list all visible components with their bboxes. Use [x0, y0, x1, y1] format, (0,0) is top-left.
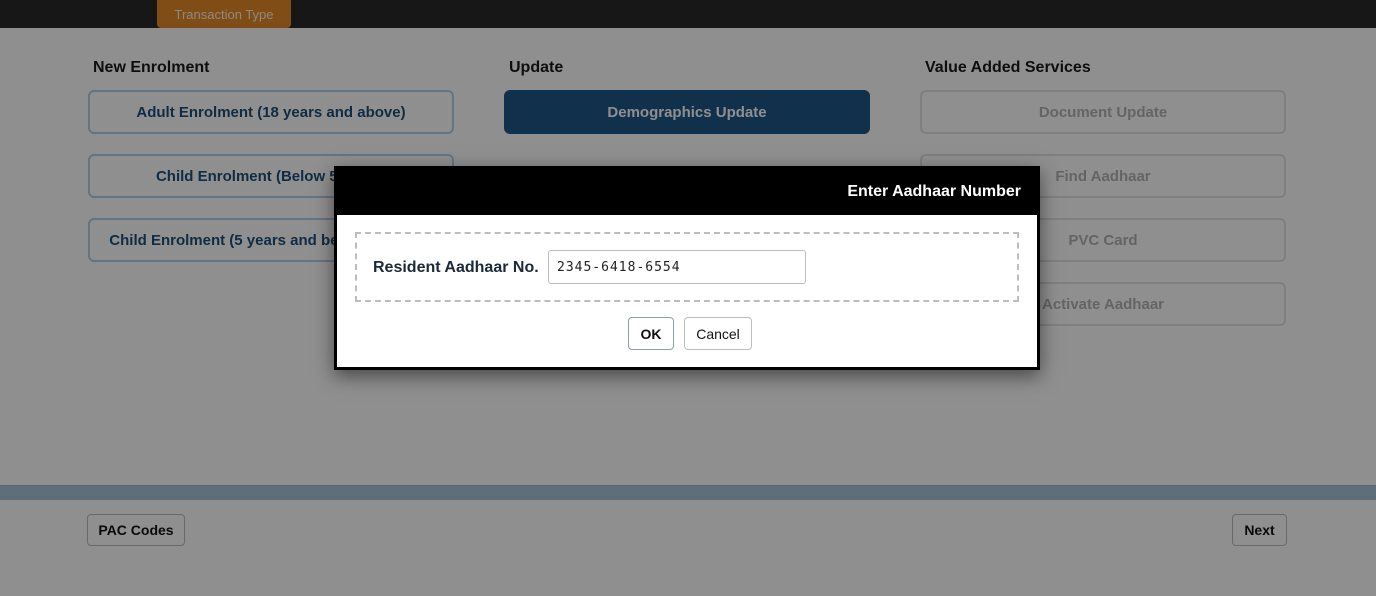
aadhaar-number-input[interactable] [548, 250, 806, 284]
dialog-header: Enter Aadhaar Number [337, 169, 1037, 215]
ok-button[interactable]: OK [628, 317, 674, 350]
aadhaar-field-label: Resident Aadhaar No. [373, 259, 539, 276]
aadhaar-number-dialog: Enter Aadhaar Number Resident Aadhaar No… [334, 166, 1040, 370]
dialog-title: Enter Aadhaar Number [847, 183, 1021, 200]
cancel-button[interactable]: Cancel [684, 317, 752, 350]
aadhaar-field-group: Resident Aadhaar No. [355, 232, 1019, 302]
